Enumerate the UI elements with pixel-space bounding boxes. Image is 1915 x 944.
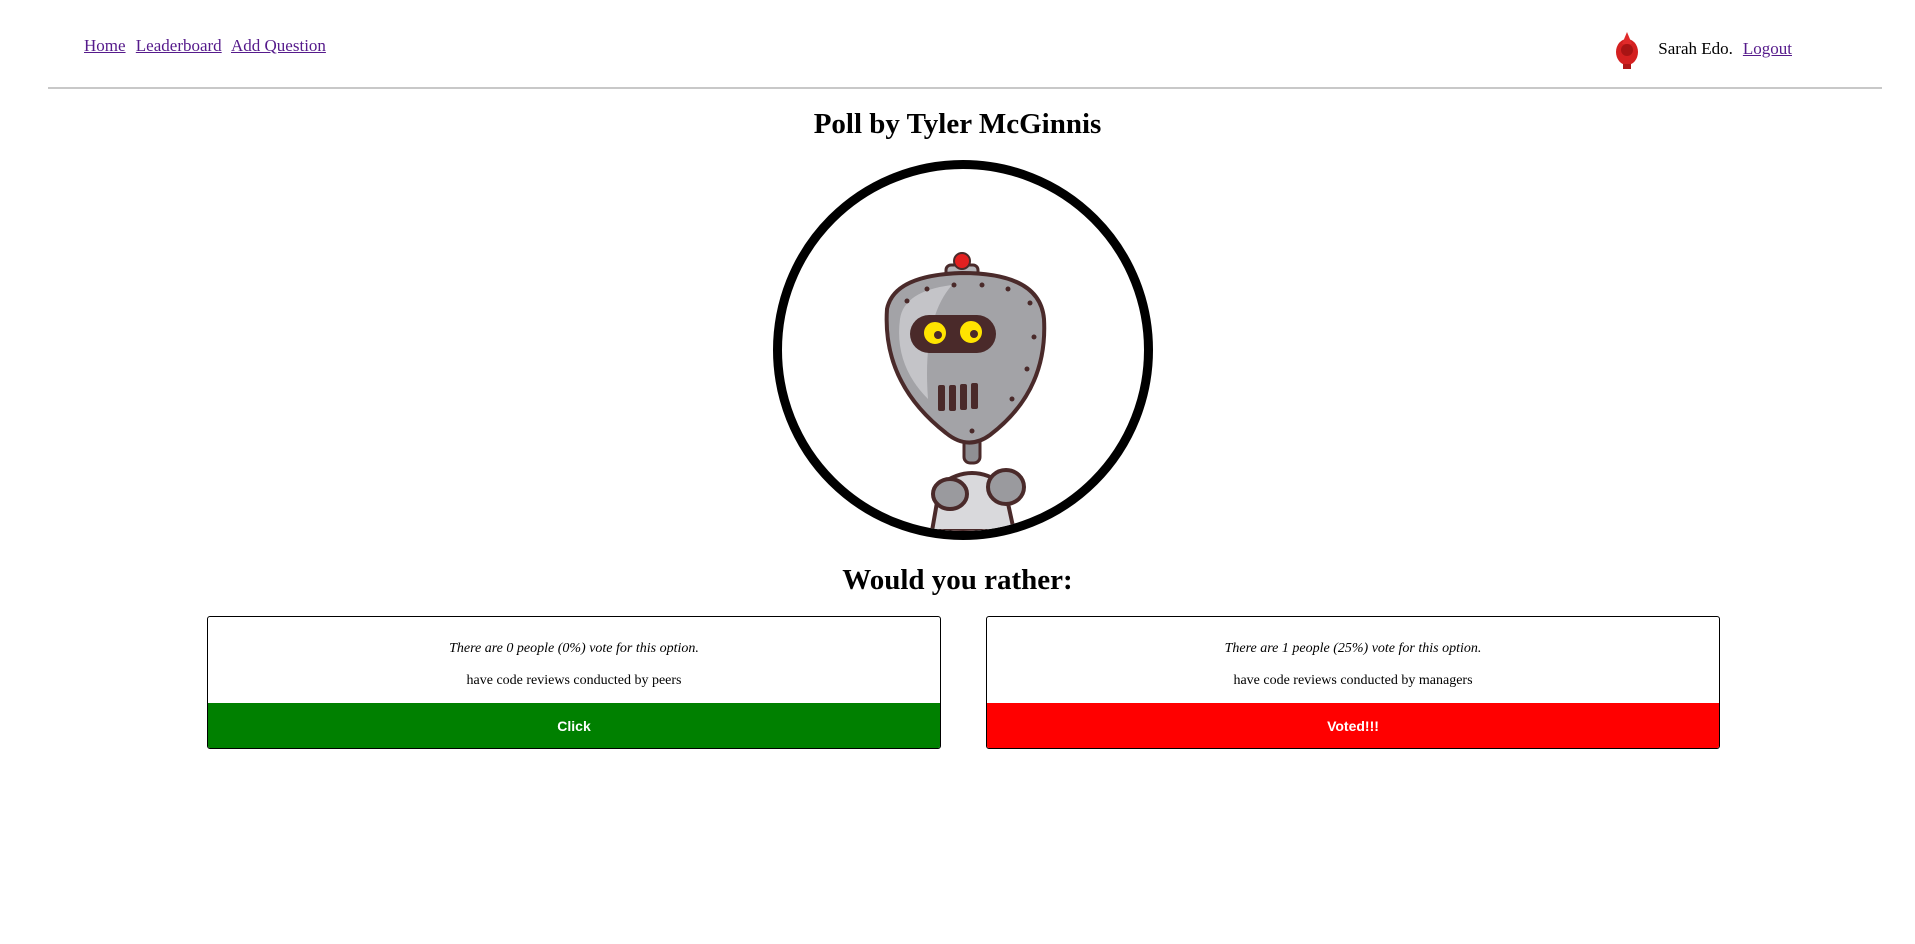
- nav-link-home[interactable]: Home: [84, 36, 126, 55]
- poll-title: Poll by Tyler McGinnis: [813, 108, 1102, 140]
- option-card-2: There are 1 people (25%) vote for this o…: [986, 616, 1720, 749]
- option-2-text: have code reviews conducted by managers: [1233, 673, 1473, 688]
- voted-button-option-2[interactable]: Voted!!!: [987, 703, 1719, 748]
- option-1-stats: There are 0 people (0%) vote for this op…: [449, 641, 699, 656]
- nav-link-leaderboard[interactable]: Leaderboard: [136, 36, 222, 55]
- nav-link-add-question[interactable]: Add Question: [231, 36, 326, 55]
- vote-button-option-1[interactable]: Click: [208, 703, 940, 748]
- question-heading: Would you rather:: [842, 564, 1073, 596]
- poll-author-avatar: [773, 160, 1153, 540]
- top-nav: Home Leaderboard Add Question Sarah Edo.…: [48, 0, 1882, 89]
- logout-link[interactable]: Logout: [1743, 39, 1792, 59]
- nav-links: Home Leaderboard Add Question: [84, 36, 332, 56]
- option-card-1: There are 0 people (0%) vote for this op…: [207, 616, 941, 749]
- option-1-text: have code reviews conducted by peers: [466, 673, 682, 688]
- option-2-stats: There are 1 people (25%) vote for this o…: [1224, 641, 1482, 656]
- robot-avatar-image: [884, 252, 1047, 531]
- user-area: Sarah Edo. Logout: [1612, 28, 1792, 70]
- user-avatar-icon: [1616, 32, 1639, 69]
- user-name: Sarah Edo.: [1658, 39, 1733, 58]
